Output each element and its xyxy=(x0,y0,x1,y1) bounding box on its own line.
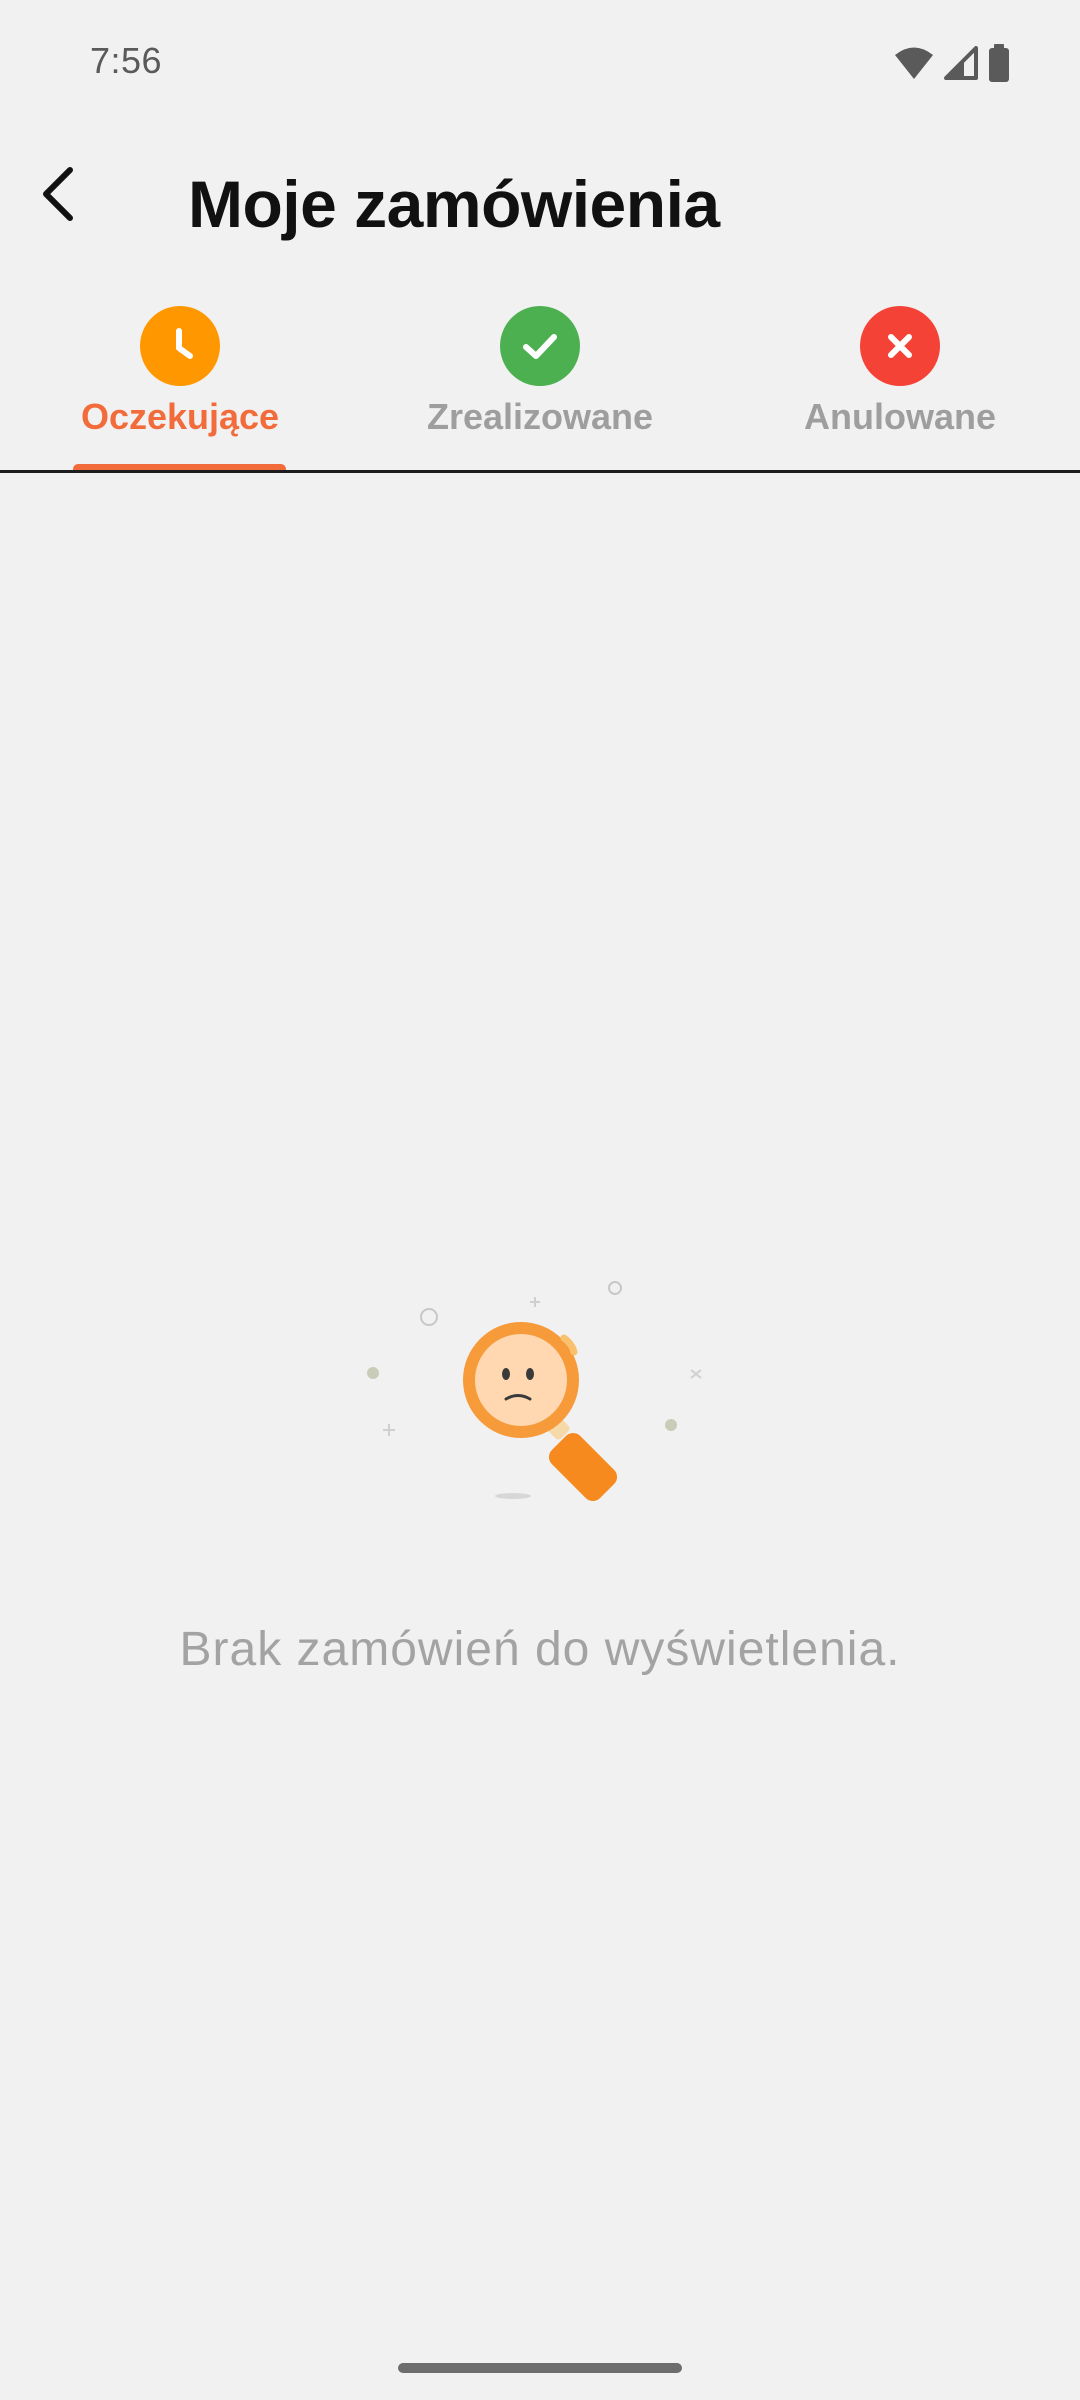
status-bar: 7:56 xyxy=(0,0,1080,130)
tab-pending[interactable]: Oczekujące xyxy=(58,298,302,472)
home-indicator[interactable] xyxy=(398,2363,682,2373)
cell-signal-icon xyxy=(944,46,978,85)
app-bar: Moje zamówienia xyxy=(0,140,1080,270)
sad-magnifier-icon xyxy=(350,1270,730,1510)
status-icons xyxy=(894,44,1010,87)
arrow-back-icon xyxy=(38,166,78,227)
close-icon xyxy=(860,306,940,386)
tab-completed[interactable]: Zrealizowane xyxy=(400,298,680,472)
clock-icon xyxy=(140,306,220,386)
status-time: 7:56 xyxy=(90,40,163,81)
check-icon xyxy=(500,306,580,386)
tab-cancelled-label: Anulowane xyxy=(803,396,996,437)
page-title: Moje zamówienia xyxy=(188,167,720,241)
tab-pending-label: Oczekujące xyxy=(80,396,280,437)
wifi-icon xyxy=(894,46,934,85)
tab-completed-label: Zrealizowane xyxy=(426,396,654,437)
tabs-divider xyxy=(0,470,1080,473)
screen: 7:56 Moje zamówienia Oczekujące Zrealizo… xyxy=(0,0,1080,2400)
tab-cancelled[interactable]: Anulowane xyxy=(780,298,1020,472)
battery-icon xyxy=(988,44,1010,87)
back-button[interactable] xyxy=(22,160,94,232)
order-status-tabs: Oczekujące Zrealizowane Anulowane xyxy=(0,298,1080,472)
empty-state-message: Brak zamówień do wyświetlenia. xyxy=(179,1623,901,1676)
